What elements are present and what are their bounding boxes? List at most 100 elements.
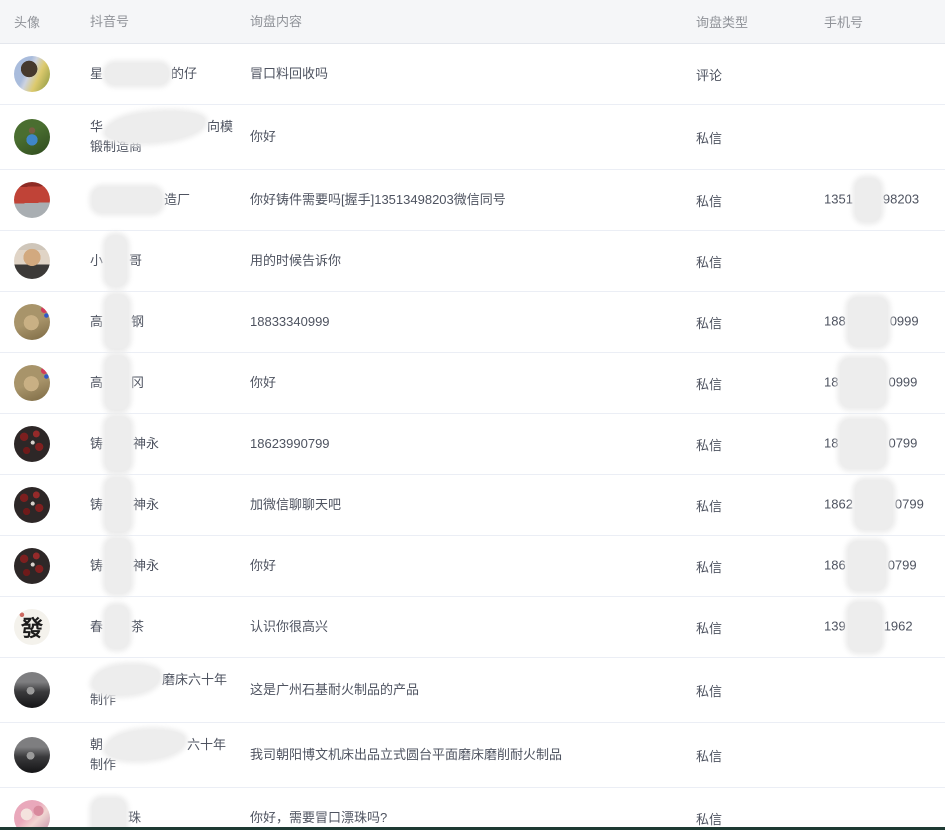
header-inquiry-content: 询盘内容	[250, 12, 696, 32]
avatar-cell	[0, 800, 90, 830]
visible-text: 星	[90, 66, 103, 81]
douyin-id-line1: 春茶	[90, 617, 240, 638]
censor-blur-patch	[848, 297, 888, 347]
phone-cell: 1880999	[824, 312, 945, 332]
avatar-cell	[0, 304, 90, 340]
avatar-cell	[0, 56, 90, 92]
visible-text: 华	[90, 119, 103, 134]
censor-blur-patch	[105, 605, 129, 649]
header-douyin-id: 抖音号	[90, 12, 250, 32]
phone-cell: 1862 0799	[824, 495, 945, 515]
douyin-id-line1: 朝六十年	[90, 735, 240, 756]
censor-blur-patch	[105, 416, 131, 472]
avatar-cell	[0, 426, 90, 462]
inquiry-content-cell: 你好	[250, 127, 696, 147]
censor-blur-patch	[105, 355, 129, 411]
douyin-id-cell: 星的仔	[90, 64, 250, 85]
inquiry-content-cell: 这是广州石基耐火制品的产品	[250, 680, 696, 700]
avatar-cell	[0, 182, 90, 218]
visible-text: 神永	[133, 558, 159, 573]
inquiry-content-cell: 认识你很高兴	[250, 617, 696, 637]
inquiry-content-cell: 你好	[250, 373, 696, 393]
visible-text: 139	[824, 618, 846, 633]
table-row: 磨床六十年制作这是广州石基耐火制品的产品私信	[0, 658, 945, 723]
douyin-id-cell: 铸神永	[90, 556, 250, 577]
visible-text: 1862	[824, 496, 853, 511]
table-row: 高冈你好私信180999	[0, 353, 945, 414]
avatar-cell	[0, 737, 90, 773]
table-row: 朝六十年制作我司朝阳博文机床出品立式圆台平面磨床磨削耐火制品私信	[0, 723, 945, 788]
douyin-id-cell: 铸 神永	[90, 434, 250, 455]
header-phone: 手机号	[824, 12, 945, 31]
inquiry-type-cell: 私信	[696, 374, 824, 393]
visible-text: 茶	[131, 619, 144, 634]
phone-cell: 180999	[824, 373, 945, 393]
table-row: 星的仔冒口料回收吗评论	[0, 44, 945, 105]
douyin-id-line1: 铸 神永	[90, 434, 240, 455]
inquiry-type-cell: 私信	[696, 496, 824, 515]
table-row: 小哥用的时候告诉你私信	[0, 231, 945, 292]
pink-people-avatar	[14, 800, 50, 830]
boy-park-avatar	[14, 119, 50, 155]
censor-blur-patch	[105, 294, 129, 350]
visible-text: 0799	[895, 496, 924, 511]
censor-blur-patch	[855, 480, 893, 530]
douyin-id-cell: 小哥	[90, 251, 250, 272]
douyin-id-line1: 造厂	[90, 190, 240, 211]
douyin-id-line1: 铸 神永	[90, 495, 240, 516]
inquiry-type-cell: 私信	[696, 746, 824, 765]
censor-blur-patch	[105, 538, 131, 594]
inquiry-content-cell: 你好，需要冒口漂珠吗?	[250, 808, 696, 828]
censor-blur-patch	[855, 178, 881, 222]
inquiry-type-cell: 私信	[696, 809, 824, 828]
table-row: 造厂你好铸件需要吗[握手]13513498203微信同号私信1351 98203	[0, 170, 945, 231]
visible-text: 钢	[131, 314, 144, 329]
painting-avatar	[14, 304, 50, 340]
visible-text: 春	[90, 619, 103, 634]
table-row: 高钢18833340999私信1880999	[0, 292, 945, 353]
visible-text: 神永	[133, 497, 159, 512]
inquiry-content-cell: 冒口料回收吗	[250, 64, 696, 84]
visible-text: 冈	[131, 375, 144, 390]
avatar-cell	[0, 243, 90, 279]
calligraphy-avatar: 發	[14, 609, 50, 645]
speckle-avatar	[14, 487, 50, 523]
visible-text: 铸	[90, 436, 103, 451]
visible-text: 1962	[884, 618, 913, 633]
table-row: 铸神永你好私信1860799	[0, 536, 945, 597]
table-row: 华向模锻制造商你好私信	[0, 105, 945, 170]
douyin-id-line1: 磨床六十年	[90, 670, 240, 691]
inquiry-content-cell: 用的时候告诉你	[250, 251, 696, 271]
inquiry-type-cell: 私信	[696, 435, 824, 454]
visible-text: 186	[824, 557, 846, 572]
table-body: 星的仔冒口料回收吗评论华向模锻制造商你好私信造厂你好铸件需要吗[握手]13513…	[0, 44, 945, 830]
inquiry-type-cell: 私信	[696, 191, 824, 210]
inquiry-content-cell: 你好铸件需要吗[握手]13513498203微信同号	[250, 190, 696, 210]
douyin-id-line1: 高钢	[90, 312, 240, 333]
visible-text: 哥	[129, 253, 142, 268]
censor-blur-patch	[92, 187, 162, 213]
douyin-id-cell: 珠	[90, 808, 250, 829]
visible-text: 珠	[128, 810, 141, 825]
douyin-id-cell: 铸 神永	[90, 495, 250, 516]
visible-text: 神永	[133, 436, 159, 451]
red-machine-avatar	[14, 182, 50, 218]
visible-text: 0999	[890, 313, 919, 328]
avatar-cell	[0, 365, 90, 401]
inquiry-type-cell: 评论	[696, 65, 824, 84]
visible-text: 1351	[824, 191, 853, 206]
visible-text: 高	[90, 314, 103, 329]
visible-text: 98203	[883, 191, 919, 206]
douyin-id-cell: 高钢	[90, 312, 250, 333]
visible-text: 铸	[90, 497, 103, 512]
censor-blur-patch	[105, 63, 169, 85]
douyin-id-line1: 华向模	[90, 117, 240, 138]
censor-blur-patch	[105, 235, 127, 287]
douyin-id-cell: 磨床六十年制作	[90, 670, 250, 711]
header-avatar: 头像	[0, 12, 90, 31]
douyin-id-cell: 春茶	[90, 617, 250, 638]
douyin-id-line1: 小哥	[90, 251, 240, 272]
douyin-id-cell: 华向模锻制造商	[90, 117, 250, 158]
douyin-id-line1: 星的仔	[90, 64, 240, 85]
inquiry-content-cell: 18833340999	[250, 312, 696, 332]
